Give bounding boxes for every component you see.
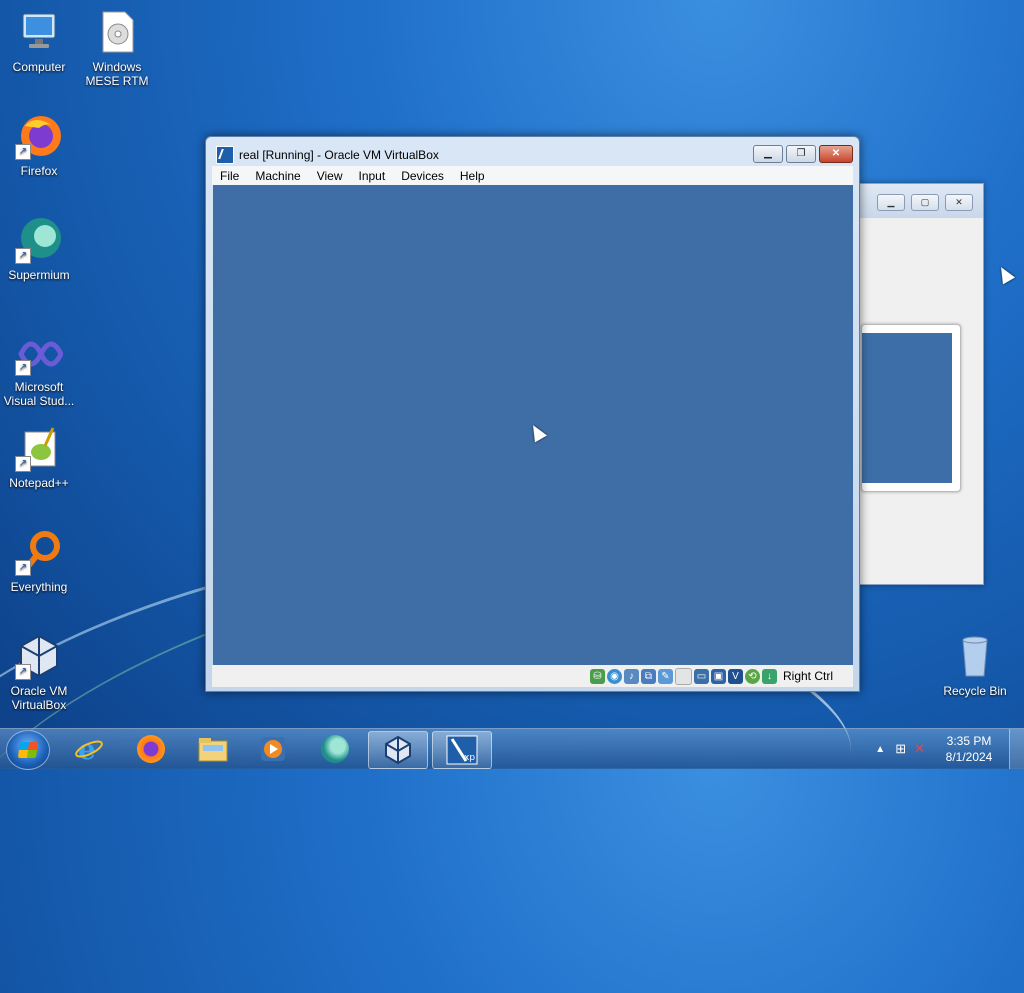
menu-help[interactable]: Help (452, 169, 493, 183)
svg-text:xp: xp (464, 753, 475, 763)
hard-disk-icon[interactable]: ⛁ (589, 668, 605, 684)
virtualbox-app-icon (216, 146, 234, 164)
taskbar-virtualbox[interactable] (368, 731, 428, 769)
taskbar-media-player[interactable] (244, 731, 302, 767)
menu-view[interactable]: View (309, 169, 351, 183)
visual-studio-icon: ↗ (15, 328, 64, 376)
clock[interactable]: 3:35 PM 8/1/2024 (929, 733, 1009, 765)
keyboard-capture-icon[interactable]: ↓ (761, 668, 777, 684)
close-button[interactable]: ✕ (945, 194, 973, 211)
virtual-machine-xp-icon: xp (446, 735, 478, 765)
background-window[interactable]: ▁ ▢ ✕ (858, 183, 984, 585)
minimize-button[interactable]: ▁ (877, 194, 905, 211)
desktop-icon-everything[interactable]: ↗ Everything (0, 528, 78, 594)
file-explorer-icon (198, 738, 228, 762)
restore-button[interactable]: ❐ (786, 145, 816, 163)
menu-input[interactable]: Input (351, 169, 394, 183)
disc-image-icon (93, 8, 141, 56)
minimize-button[interactable]: ▁ (753, 145, 783, 163)
windows-logo-icon (17, 742, 39, 758)
desktop-icon-label: Notepad++ (9, 476, 69, 490)
shortcut-arrow-icon: ↗ (15, 456, 31, 472)
mouse-pointer-icon (994, 263, 1016, 285)
video-capture-icon[interactable]: ▣ (710, 668, 726, 684)
supermium-icon (321, 735, 349, 763)
caption-buttons: ▁ ❐ ✕ (753, 145, 853, 163)
desktop-icon-notepad-plus-plus[interactable]: ↗ Notepad++ (0, 424, 78, 490)
background-window-preview (861, 324, 961, 492)
desktop-icon-visual-studio[interactable]: ↗ Microsoft Visual Stud... (0, 328, 78, 408)
audio-icon[interactable]: ♪ (623, 668, 639, 684)
vm-xp-icon[interactable]: V (727, 668, 743, 684)
preview-screen (862, 333, 952, 483)
taskbar: e xp ▲ ⊞ ✕ 3:35 PM 8/1/2024 (0, 728, 1024, 770)
firefox-icon: ↗ (15, 112, 63, 160)
media-player-icon (261, 737, 285, 761)
maximize-button[interactable]: ▢ (911, 194, 939, 211)
taskbar-file-explorer[interactable] (184, 731, 242, 767)
menu-machine[interactable]: Machine (247, 169, 308, 183)
shortcut-arrow-icon: ↗ (15, 360, 31, 376)
desktop-icon-virtualbox[interactable]: ↗ Oracle VM VirtualBox (0, 632, 78, 712)
computer-icon (15, 8, 63, 56)
menu-devices[interactable]: Devices (393, 169, 452, 183)
taskbar-firefox[interactable] (122, 731, 180, 767)
network-icon[interactable]: ⧉ (640, 668, 656, 684)
close-button[interactable]: ✕ (819, 145, 853, 163)
start-button[interactable] (6, 730, 50, 770)
desktop-icon-windows-mese-rtm[interactable]: Windows MESE RTM (78, 8, 156, 88)
desktop-icon-label: Oracle VM VirtualBox (10, 684, 68, 712)
display-icon[interactable]: ▭ (693, 668, 709, 684)
desktop-icon-label: Windows MESE RTM (85, 60, 149, 88)
window-titlebar[interactable]: real [Running] - Oracle VM VirtualBox (216, 146, 439, 164)
virtualbox-icon (385, 735, 411, 765)
show-desktop-button[interactable] (1009, 729, 1024, 769)
menu-file[interactable]: File (212, 169, 247, 183)
taskbar-virtual-machine[interactable]: xp (432, 731, 492, 769)
shortcut-arrow-icon: ↗ (15, 664, 31, 680)
clock-time: 3:35 PM (946, 734, 992, 748)
taskbar-supermium[interactable] (306, 731, 364, 767)
virtualbox-vm-window[interactable]: real [Running] - Oracle VM VirtualBox ▁ … (205, 136, 860, 692)
desktop-icon-label: Supermium (8, 268, 70, 282)
desktop-icon-label: Microsoft Visual Stud... (3, 380, 75, 408)
usb-icon[interactable]: ✎ (657, 668, 673, 684)
shortcut-arrow-icon: ↗ (15, 248, 31, 264)
taskbar-internet-explorer[interactable]: e (60, 731, 118, 767)
notepad-plus-plus-icon: ↗ (15, 424, 63, 472)
firefox-icon (137, 735, 165, 763)
system-tray: ▲ ⊞ ✕ 3:35 PM 8/1/2024 (869, 729, 1024, 769)
everything-search-icon: ↗ (15, 528, 63, 576)
menu-bar: File Machine View Input Devices Help (212, 166, 853, 185)
desktop-icon-label: Everything (10, 580, 68, 594)
desktop-icon-recycle-bin[interactable]: Recycle Bin (936, 632, 1014, 698)
volume-muted-icon[interactable]: ✕ (910, 741, 929, 757)
status-bar: ⛁ ◉ ♪ ⧉ ✎ ▭ ▣ V ⟲ ↓ Right Ctrl (212, 665, 853, 687)
shared-folders-icon[interactable] (674, 667, 692, 685)
show-hidden-icons-icon[interactable]: ▲ (869, 744, 891, 755)
internet-explorer-icon: e (75, 734, 103, 764)
supermium-icon: ↗ (15, 216, 63, 264)
virtualbox-icon: ↗ (15, 632, 63, 680)
desktop-icon-supermium[interactable]: ↗ Supermium (0, 216, 78, 282)
recycle-bin-icon (951, 632, 999, 680)
mouse-integration-icon[interactable]: ⟲ (744, 668, 760, 684)
shortcut-arrow-icon: ↗ (15, 560, 31, 576)
shortcut-arrow-icon: ↗ (15, 144, 31, 160)
desktop-icon-label: Recycle Bin (943, 684, 1007, 698)
desktop-icon-label: Firefox (20, 164, 58, 178)
desktop-icon-firefox[interactable]: ↗ Firefox (0, 112, 78, 178)
host-key-label: Right Ctrl (782, 669, 833, 683)
desktop-icon-label: Computer (12, 60, 66, 74)
window-title: real [Running] - Oracle VM VirtualBox (239, 148, 439, 162)
desktop-icon-computer[interactable]: Computer (0, 8, 78, 74)
clock-date: 8/1/2024 (945, 750, 993, 764)
network-status-icon[interactable]: ⊞ (891, 741, 910, 757)
optical-drive-icon[interactable]: ◉ (606, 668, 622, 684)
